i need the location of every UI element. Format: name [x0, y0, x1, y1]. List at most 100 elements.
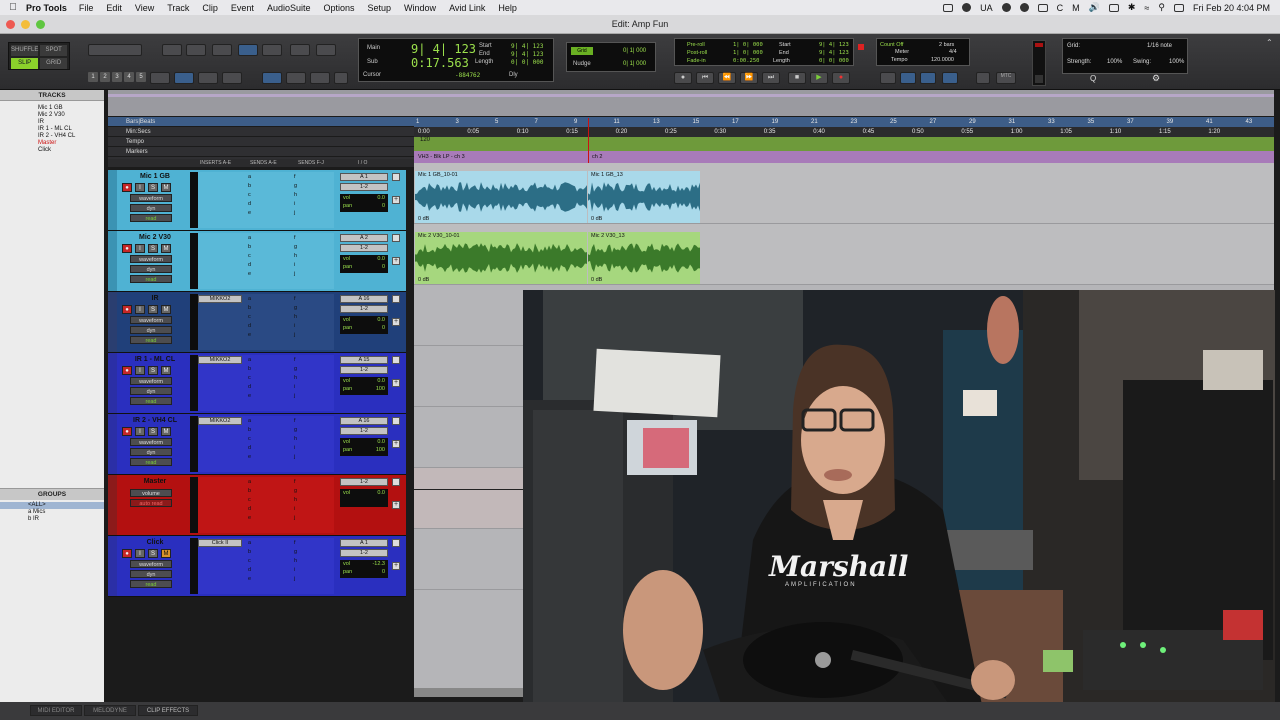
- groups-panel-title[interactable]: GROUPS: [0, 489, 104, 500]
- marker-vh3[interactable]: VH3 - Blk LP - ch 3: [418, 154, 465, 160]
- wifi-icon[interactable]: ≈: [1144, 3, 1149, 13]
- send-slot[interactable]: d: [248, 201, 251, 207]
- grid-value[interactable]: 0| 1| 000: [623, 48, 646, 54]
- record-arm-icon[interactable]: ●: [122, 427, 132, 436]
- track-menu-icon[interactable]: [392, 417, 400, 425]
- menu-help[interactable]: Help: [498, 3, 517, 13]
- send-slot[interactable]: e: [248, 210, 251, 216]
- send-slot[interactable]: j: [294, 210, 295, 216]
- track-name[interactable]: IR 1 - ML CL: [120, 356, 190, 363]
- mute-button[interactable]: M: [161, 244, 171, 253]
- send-slot[interactable]: e: [248, 515, 251, 521]
- lane-mic1[interactable]: Mic 1 GB_10-01 0 dB Mic 1 GB_13 0 dB: [414, 163, 1274, 224]
- send-slot[interactable]: c: [248, 375, 251, 381]
- send-slot[interactable]: b: [248, 183, 251, 189]
- tempo-value[interactable]: 120.0000: [931, 57, 954, 63]
- markers-ruler[interactable]: [414, 151, 1274, 163]
- send-slot[interactable]: a: [248, 479, 251, 485]
- vol-value[interactable]: -12.3: [372, 561, 385, 567]
- input-selector[interactable]: A 15: [340, 356, 388, 364]
- automation-mode[interactable]: auto read: [130, 499, 172, 507]
- input-selector[interactable]: A 2: [340, 234, 388, 242]
- timeline-rulers[interactable]: 120 VH3 - Blk LP - ch 3 ch 2 1 3 5 7 9 11 13 15…: [414, 117, 1274, 163]
- send-slot[interactable]: i: [294, 567, 295, 573]
- input-selector[interactable]: A 16: [340, 417, 388, 425]
- clip-mic2-a[interactable]: Mic 2 V30_10-01 0 dB: [415, 232, 587, 284]
- sub-counter-value[interactable]: 0:17.563: [411, 56, 469, 70]
- send-slot[interactable]: e: [248, 454, 251, 460]
- send-slot[interactable]: a: [248, 540, 251, 546]
- input-monitor-icon[interactable]: I: [135, 244, 145, 253]
- tracks-list-item[interactable]: IR: [0, 119, 104, 126]
- clip-mic2-b[interactable]: Mic 2 V30_13 0 dB: [588, 232, 700, 284]
- send-slot[interactable]: g: [294, 305, 297, 311]
- send-slot[interactable]: c: [248, 497, 251, 503]
- menu-event[interactable]: Event: [231, 3, 254, 13]
- clock[interactable]: Fri Feb 20 4:04 PM: [1193, 3, 1270, 13]
- go-to-end-button[interactable]: ⏭: [762, 72, 780, 84]
- track-color-strip[interactable]: [108, 353, 117, 413]
- main-counter-value[interactable]: 9| 4| 123: [411, 42, 476, 56]
- grid-status-icon[interactable]: [1037, 3, 1048, 12]
- automation-mode[interactable]: read: [130, 214, 172, 222]
- conductor-icon[interactable]: [920, 72, 936, 84]
- count-off-button[interactable]: Count Off: [880, 42, 903, 48]
- vol-value[interactable]: 0.0: [377, 317, 385, 323]
- vol-value[interactable]: 0.0: [377, 439, 385, 445]
- send-slot[interactable]: i: [294, 506, 295, 512]
- swing-value[interactable]: 100%: [1169, 59, 1184, 65]
- menu-audiosuite[interactable]: AudioSuite: [267, 3, 311, 13]
- pan-value[interactable]: 0: [382, 264, 385, 270]
- toolbar-collapse-icon[interactable]: ⌃: [1266, 38, 1273, 47]
- volume-pan-box[interactable]: vol 0.0 pan 0: [340, 255, 388, 273]
- tab-midi-editor[interactable]: MIDI EDITOR: [30, 705, 82, 716]
- gmail-icon[interactable]: M: [1072, 3, 1080, 13]
- track-name[interactable]: Mic 2 V30: [120, 234, 190, 241]
- pan-value[interactable]: 0: [382, 569, 385, 575]
- track-view-selector[interactable]: waveform: [130, 560, 172, 568]
- track-color-strip[interactable]: [108, 170, 117, 230]
- fadein-value[interactable]: 0:00.250: [733, 58, 760, 64]
- send-slot[interactable]: f: [294, 418, 296, 424]
- zoom-preset-2[interactable]: 2: [100, 72, 110, 82]
- keyboard-focus-icon[interactable]: [286, 72, 306, 84]
- start-value[interactable]: 9| 4| 123: [511, 43, 544, 50]
- menu-file[interactable]: File: [79, 3, 94, 13]
- mtc-button[interactable]: MTC: [996, 72, 1016, 84]
- send-slot[interactable]: a: [248, 418, 251, 424]
- send-slot[interactable]: e: [248, 271, 251, 277]
- battery-icon[interactable]: [1108, 3, 1119, 12]
- dyn-button[interactable]: dyn: [130, 387, 172, 395]
- automation-mode[interactable]: read: [130, 275, 172, 283]
- grid-toggle-button[interactable]: Grid: [571, 47, 593, 55]
- solo-button[interactable]: S: [148, 366, 158, 375]
- transport-length-value[interactable]: 0| 0| 000: [819, 58, 849, 64]
- input-selector[interactable]: A 16: [340, 295, 388, 303]
- send-slot[interactable]: d: [248, 323, 251, 329]
- tracks-list-item[interactable]: IR 1 - ML CL: [0, 126, 104, 133]
- output-selector[interactable]: 1-2: [340, 549, 388, 557]
- send-slot[interactable]: c: [248, 192, 251, 198]
- fadein-label[interactable]: Fade-in: [687, 58, 706, 64]
- strength-value[interactable]: 100%: [1107, 59, 1122, 65]
- add-track-icon[interactable]: +: [392, 440, 400, 448]
- send-slot[interactable]: c: [248, 314, 251, 320]
- solo-button[interactable]: S: [148, 549, 158, 558]
- control-center-icon[interactable]: [1173, 3, 1184, 12]
- send-slot[interactable]: g: [294, 183, 297, 189]
- send-slot[interactable]: h: [294, 253, 297, 259]
- input-monitor-icon[interactable]: I: [135, 305, 145, 314]
- menu-avid-link[interactable]: Avid Link: [449, 3, 485, 13]
- send-slot[interactable]: b: [248, 488, 251, 494]
- add-track-icon[interactable]: +: [392, 318, 400, 326]
- send-slot[interactable]: i: [294, 201, 295, 207]
- send-slot[interactable]: d: [248, 567, 251, 573]
- end-value[interactable]: 9| 4| 123: [511, 51, 544, 58]
- count-off-bars[interactable]: 2 bars: [939, 42, 954, 48]
- send-slot[interactable]: f: [294, 174, 296, 180]
- min-secs-ruler[interactable]: [414, 127, 1274, 137]
- add-track-icon[interactable]: +: [392, 379, 400, 387]
- preroll-label[interactable]: Pre-roll: [687, 42, 705, 48]
- transport-start-value[interactable]: 9| 4| 123: [819, 42, 849, 48]
- send-slot[interactable]: g: [294, 488, 297, 494]
